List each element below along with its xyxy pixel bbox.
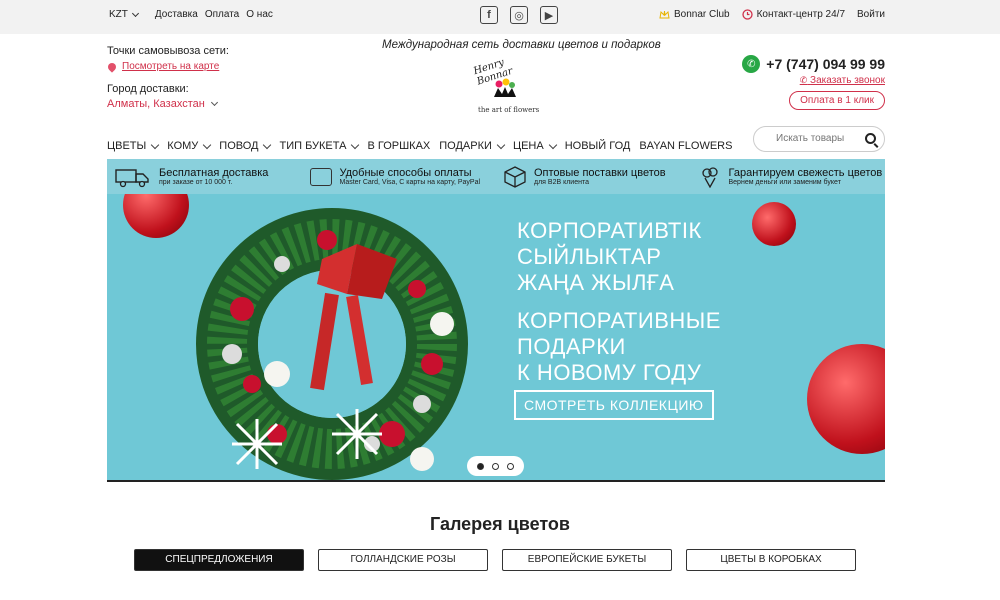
map-pin-icon (106, 60, 118, 73)
nav-item-price[interactable]: ЦЕНА (513, 140, 557, 152)
feature-sub: Master Card, Visa, С карты на карту, Pay… (339, 179, 481, 186)
feature-title: Гарантируем свежесть цветов (728, 167, 883, 179)
hero-banner[interactable]: КОРПОРАТИВТІК СЫЙЛЫКТАР ЖАҢА ЖЫЛҒА КОРПО… (107, 194, 885, 480)
phone-icon: ✆ (799, 75, 808, 85)
slider-dots (467, 456, 524, 476)
city-label: Город доставки: (107, 83, 189, 95)
ornament-ball (123, 194, 189, 238)
nav-item-occasion[interactable]: ПОВОД (219, 140, 272, 152)
chevron-down-icon (263, 140, 272, 149)
feature-title: Бесплатная доставка (159, 167, 269, 179)
feature-sub: для B2B клиента (534, 179, 589, 186)
nav-item-whom[interactable]: КОМУ (167, 140, 212, 152)
whatsapp-icon[interactable]: ✆ (742, 55, 761, 73)
facebook-icon[interactable]: f (480, 6, 498, 24)
chevron-down-icon (131, 9, 139, 17)
card-icon (309, 167, 332, 186)
pickup-points: Точки самовывоза сети: Посмотреть на кар… (106, 45, 229, 73)
truck-icon (115, 168, 149, 187)
feature-wholesale: Оптовые поставки цветов для B2B клиента (496, 159, 691, 194)
youtube-icon[interactable]: ▶ (540, 6, 558, 24)
box-icon (504, 165, 526, 188)
city-selector[interactable]: Алматы, Казахстан (107, 98, 218, 110)
banner-divider (107, 480, 885, 482)
phone-number: +7 (747) 094 99 99 (766, 56, 885, 72)
callback-link[interactable]: ✆ Заказать звонок (800, 75, 885, 86)
map-link[interactable]: Посмотреть на карте (106, 60, 229, 73)
chevron-down-icon (496, 140, 506, 149)
banner-line-ru-3: К НОВОМУ ГОДУ (517, 360, 702, 385)
slider-dot[interactable] (492, 462, 499, 470)
search-icon[interactable] (865, 133, 876, 144)
phone-block[interactable]: ✆ +7 (747) 094 99 99 (742, 55, 885, 73)
ornament-ball (752, 202, 796, 246)
tagline: Международная сеть доставки цветов и под… (382, 39, 661, 51)
main-nav: ЦВЕТЫ КОМУ ПОВОД ТИП БУКЕТА В ГОРШКАХ ПО… (107, 140, 732, 152)
chevron-down-icon (210, 98, 218, 107)
top-bar: KZT Доставка Оплата О нас f ◎ ▶ Bonnar C… (0, 0, 1000, 34)
chevron-down-icon (151, 140, 160, 149)
ornament-ball (807, 344, 885, 454)
social-links: f ◎ ▶ (480, 6, 558, 24)
crown-icon (659, 10, 670, 19)
pickup-label: Точки самовывоза сети: (107, 45, 229, 57)
instagram-icon[interactable]: ◎ (510, 6, 528, 24)
feature-title: Оптовые поставки цветов (534, 167, 666, 179)
nav-item-new-year[interactable]: НОВЫЙ ГОД (565, 140, 631, 152)
top-right-links: Bonnar Club Контакт-центр 24/7 Войти (659, 9, 885, 20)
logo-subtitle: the art of flowers (478, 106, 540, 114)
feature-sub: при заказе от 10 000 т. (159, 179, 233, 186)
view-collection-button[interactable]: СМОТРЕТЬ КОЛЛЕКЦИЮ (514, 390, 714, 420)
feature-payment: Удобные способы оплаты Master Card, Visa,… (302, 159, 497, 194)
nav-item-gifts[interactable]: ПОДАРКИ (439, 140, 506, 152)
nav-item-bayan-flowers[interactable]: BAYAN FLOWERS (639, 140, 732, 152)
contact-center-link[interactable]: Контакт-центр 24/7 (741, 9, 845, 20)
top-links: KZT Доставка Оплата О нас (109, 9, 273, 20)
search-input[interactable] (776, 133, 866, 144)
chevron-down-icon (351, 140, 360, 149)
feature-title: Удобные способы оплаты (339, 167, 472, 179)
gallery-title: Галерея цветов (429, 514, 570, 534)
feature-freshness: Гарантируем свежесть цветов Вернем деньги… (691, 159, 886, 194)
tab-dutch-roses[interactable]: ГОЛЛАНДСКИЕ РОЗЫ (318, 549, 488, 571)
wreath-image (196, 208, 468, 480)
feature-free-delivery: Бесплатная доставка при заказе от 10 000 … (107, 159, 302, 194)
nav-item-potted[interactable]: В ГОРШКАХ (367, 140, 430, 152)
banner-line-ru-2: ПОДАРКИ (517, 334, 626, 359)
features-strip: Бесплатная доставка при заказе от 10 000 … (107, 159, 885, 194)
top-link-about[interactable]: О нас (246, 9, 273, 20)
chevron-down-icon (548, 140, 557, 149)
slider-dot[interactable] (477, 462, 484, 470)
clock-icon (741, 9, 753, 20)
club-link[interactable]: Bonnar Club (659, 9, 730, 20)
delivery-city: Город доставки: Алматы, Казахстан (107, 83, 218, 110)
chevron-down-icon (203, 140, 212, 149)
top-link-delivery[interactable]: Доставка (155, 9, 198, 20)
banner-line-kz-3: ЖАҢА ЖЫЛҒА (517, 270, 675, 295)
search-box (753, 126, 885, 152)
slider-dot[interactable] (507, 462, 514, 470)
banner-line-ru-1: КОРПОРАТИВНЫЕ (517, 308, 721, 333)
tab-special-offers[interactable]: СПЕЦПРЕДЛОЖЕНИЯ (134, 549, 304, 571)
logo[interactable]: Henry Bonnar the art of flowers (470, 56, 540, 118)
currency-selector[interactable]: KZT (109, 9, 139, 20)
login-link[interactable]: Войти (857, 9, 885, 20)
bouquet-icon (701, 166, 718, 188)
nav-item-flowers[interactable]: ЦВЕТЫ (107, 140, 160, 152)
banner-line-kz-1: КОРПОРАТИВТІК (517, 218, 702, 243)
top-link-payment[interactable]: Оплата (205, 9, 239, 20)
tab-flowers-in-boxes[interactable]: ЦВЕТЫ В КОРОБКАХ (686, 549, 856, 571)
tab-european-bouquets[interactable]: ЕВРОПЕЙСКИЕ БУКЕТЫ (502, 549, 672, 571)
logo-flowers-icon (494, 78, 516, 97)
feature-sub: Вернем деньги или заменим букет (728, 179, 841, 186)
banner-line-kz-2: СЫЙЛЫКТАР (517, 244, 662, 269)
nav-item-bouquet-type[interactable]: ТИП БУКЕТА (279, 140, 360, 152)
gallery-tabs: СПЕЦПРЕДЛОЖЕНИЯ ГОЛЛАНДСКИЕ РОЗЫ ЕВРОПЕЙ… (134, 549, 856, 571)
one-click-pay-button[interactable]: Оплата в 1 клик (789, 91, 885, 110)
